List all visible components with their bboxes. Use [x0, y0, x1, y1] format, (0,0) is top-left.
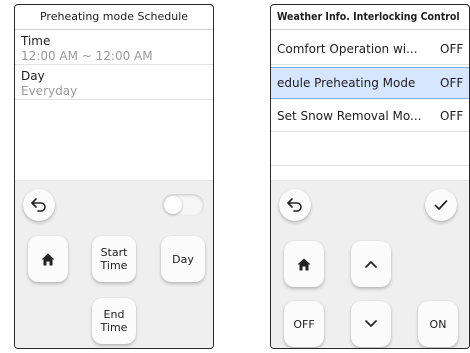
- schedule-screen: Preheating mode Schedule Time 12:00 AM ~…: [14, 4, 214, 349]
- screen-title: Preheating mode Schedule: [15, 5, 213, 30]
- back-button[interactable]: [23, 189, 55, 221]
- list-item-label: Comfort Operation wi...: [277, 42, 418, 56]
- day-field-value: Everyday: [21, 84, 78, 98]
- home-button[interactable]: [28, 236, 68, 282]
- off-button[interactable]: OFF: [284, 301, 324, 347]
- weather-control-screen: Weather Info. Interlocking Control Comfo…: [270, 4, 470, 349]
- off-button-label: OFF: [293, 317, 315, 331]
- list-item-state: OFF: [440, 76, 464, 90]
- back-button[interactable]: [279, 189, 311, 221]
- list-item-label: Set Snow Removal Mo...: [277, 109, 422, 123]
- time-field-value: 12:00 AM ~ 12:00 AM: [21, 49, 153, 63]
- day-field[interactable]: Day Everyday: [15, 65, 213, 100]
- control-panel: OFF ON: [271, 180, 469, 348]
- time-field-title: Time: [21, 34, 51, 48]
- confirm-button[interactable]: [425, 189, 457, 221]
- list-item-label: edule Preheating Mode: [277, 76, 416, 90]
- end-time-button[interactable]: End Time: [92, 298, 136, 344]
- screen-title: Weather Info. Interlocking Control: [271, 5, 469, 30]
- control-panel: Start Time Day End Time: [15, 180, 213, 348]
- toggle-knob: [164, 196, 182, 214]
- home-icon: [41, 253, 55, 265]
- list-item-comfort-operation[interactable]: Comfort Operation wi... OFF: [271, 34, 469, 65]
- day-button-label: Day: [172, 252, 194, 266]
- list-item-snow-removal[interactable]: Set Snow Removal Mo... OFF: [271, 101, 469, 132]
- end-time-label: End Time: [100, 308, 128, 334]
- list-item-state: OFF: [440, 109, 464, 123]
- home-button[interactable]: [284, 241, 324, 287]
- back-icon: [287, 198, 302, 212]
- list-item-state: OFF: [440, 42, 464, 56]
- back-icon: [31, 198, 46, 212]
- list-divider: [271, 165, 469, 166]
- on-button[interactable]: ON: [418, 301, 458, 347]
- start-time-label: Start Time: [100, 246, 128, 272]
- day-button[interactable]: Day: [161, 236, 205, 282]
- list-item-preheating-mode[interactable]: edule Preheating Mode OFF: [271, 67, 469, 99]
- time-field[interactable]: Time 12:00 AM ~ 12:00 AM: [15, 30, 213, 65]
- schedule-toggle[interactable]: [162, 194, 204, 216]
- down-button[interactable]: [351, 301, 391, 347]
- home-icon: [297, 258, 311, 270]
- day-field-title: Day: [21, 69, 45, 83]
- on-button-label: ON: [429, 317, 447, 331]
- up-button[interactable]: [351, 241, 391, 287]
- chevron-up-icon: [365, 261, 377, 268]
- check-icon: [434, 200, 448, 210]
- start-time-button[interactable]: Start Time: [92, 236, 136, 282]
- chevron-down-icon: [365, 320, 377, 327]
